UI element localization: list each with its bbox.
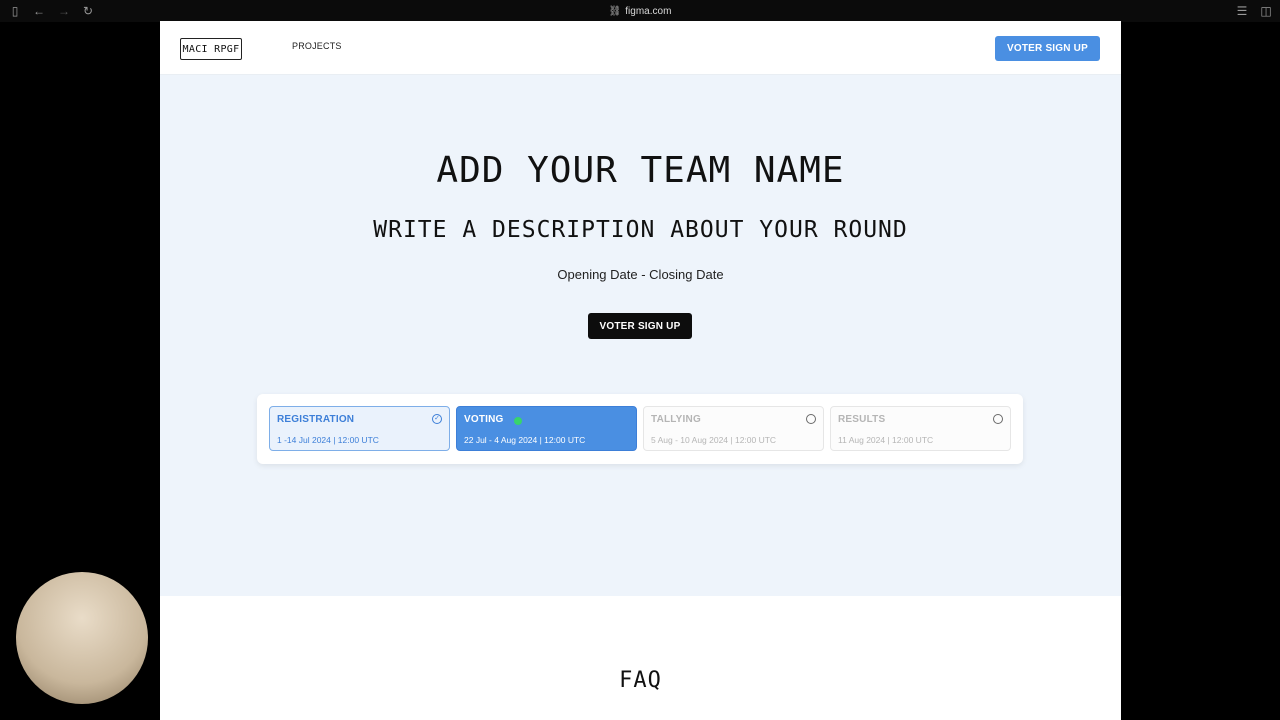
- back-arrow-icon[interactable]: ←: [32, 4, 46, 18]
- stage-date: 22 Jul - 4 Aug 2024 | 12:00 UTC: [464, 435, 586, 445]
- site-logo[interactable]: MACI RPGF: [180, 38, 242, 60]
- round-stages-timeline: REGISTRATION ✓ 1 -14 Jul 2024 | 12:00 UT…: [257, 394, 1023, 464]
- address-bar[interactable]: ⛓ figma.com: [560, 4, 720, 18]
- sidebar-toggle-icon[interactable]: ▯: [8, 4, 22, 18]
- stage-date: 5 Aug - 10 Aug 2024 | 12:00 UTC: [651, 435, 777, 445]
- empty-circle-icon: [806, 414, 816, 424]
- stage-registration[interactable]: REGISTRATION ✓ 1 -14 Jul 2024 | 12:00 UT…: [269, 406, 450, 451]
- presenter-webcam-overlay: [16, 572, 148, 704]
- figma-prototype-frame: MACI RPGF PROJECTS VOTER SIGN UP ADD YOU…: [160, 21, 1121, 720]
- stage-name: RESULTS: [838, 414, 886, 425]
- split-view-icon[interactable]: ◫: [1259, 4, 1273, 18]
- empty-circle-icon: [993, 414, 1003, 424]
- check-circle-icon: ✓: [432, 414, 442, 424]
- stage-date: 11 Aug 2024 | 12:00 UTC: [838, 435, 934, 445]
- link-icon: ⛓: [608, 5, 622, 17]
- top-navigation: MACI RPGF PROJECTS VOTER SIGN UP: [160, 21, 1121, 75]
- round-dates: Opening Date - Closing Date: [557, 267, 724, 282]
- stage-date: 1 -14 Jul 2024 | 12:00 UTC: [277, 435, 379, 445]
- voter-signup-nav-button[interactable]: VOTER SIGN UP: [995, 36, 1100, 61]
- page-title: ADD YOUR TEAM NAME: [436, 150, 845, 191]
- nav-projects-link[interactable]: PROJECTS: [292, 41, 342, 51]
- address-url: figma.com: [625, 5, 672, 17]
- stage-name: TALLYING: [651, 414, 701, 425]
- reader-icon[interactable]: ☰: [1235, 4, 1249, 18]
- browser-toolbar: ▯ ← → ↻ ⛓ figma.com ☰ ◫: [0, 0, 1280, 22]
- round-description: WRITE A DESCRIPTION ABOUT YOUR ROUND: [373, 217, 908, 243]
- reload-icon[interactable]: ↻: [81, 4, 95, 18]
- stage-name: REGISTRATION: [277, 414, 355, 425]
- faq-heading: FAQ: [619, 668, 662, 693]
- stage-name: VOTING: [464, 414, 504, 425]
- hero-section: ADD YOUR TEAM NAME WRITE A DESCRIPTION A…: [160, 75, 1121, 596]
- live-dot-icon: [514, 417, 522, 425]
- forward-arrow-icon[interactable]: →: [57, 4, 71, 18]
- voter-signup-hero-button[interactable]: VOTER SIGN UP: [588, 313, 692, 339]
- stage-voting[interactable]: VOTING 22 Jul - 4 Aug 2024 | 12:00 UTC: [456, 406, 637, 451]
- stage-results[interactable]: RESULTS 11 Aug 2024 | 12:00 UTC: [830, 406, 1011, 451]
- stage-tallying[interactable]: TALLYING 5 Aug - 10 Aug 2024 | 12:00 UTC: [643, 406, 824, 451]
